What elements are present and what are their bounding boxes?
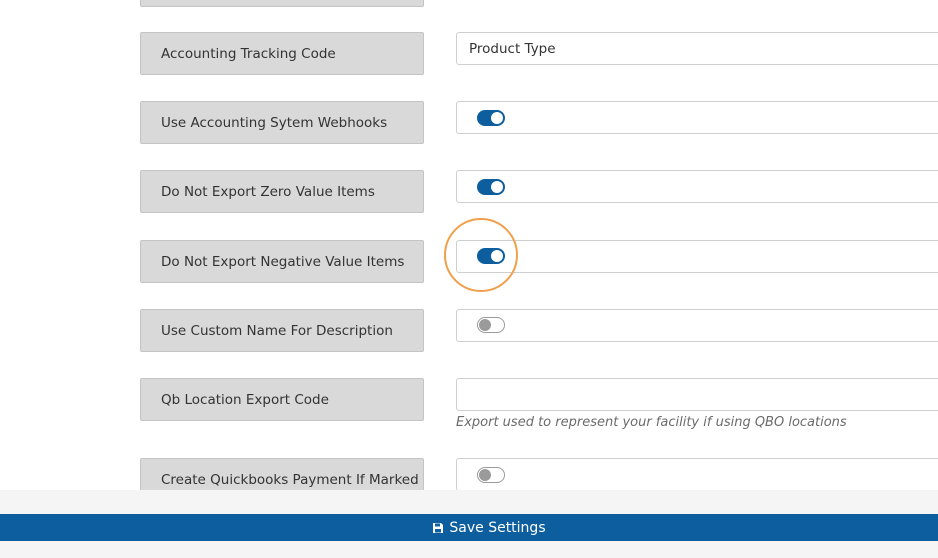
- setting-label-text: Create Quickbooks Payment If Marked: [161, 471, 419, 488]
- toggle-knob: [491, 112, 503, 124]
- webhooks-toggle[interactable]: [477, 110, 505, 126]
- setting-label-text: Do Not Export Zero Value Items: [161, 183, 375, 200]
- custom-name-field: [456, 309, 938, 342]
- accounting-tracking-code-value: Product Type: [469, 40, 556, 57]
- setting-label-accounting-tracking-code: Accounting Tracking Code: [140, 32, 424, 75]
- click-highlight-circle: [444, 218, 518, 292]
- setting-label-previous: [140, 0, 424, 7]
- setting-label-webhooks: Use Accounting Sytem Webhooks: [140, 101, 424, 144]
- create-payment-toggle[interactable]: [477, 467, 505, 483]
- setting-label-text: Accounting Tracking Code: [161, 45, 336, 62]
- setting-label-text: Use Custom Name For Description: [161, 322, 393, 339]
- zero-value-field: [456, 170, 938, 203]
- negative-value-field: [456, 240, 938, 273]
- toggle-knob: [479, 319, 491, 331]
- setting-label-text: Qb Location Export Code: [161, 391, 329, 408]
- setting-label-qb-location: Qb Location Export Code: [140, 378, 424, 421]
- webhooks-field: [456, 101, 938, 134]
- toggle-knob: [479, 469, 491, 481]
- setting-label-negative-value: Do Not Export Negative Value Items: [140, 240, 424, 283]
- save-button-label: Save Settings: [449, 519, 546, 536]
- setting-label-text: Do Not Export Negative Value Items: [161, 253, 405, 270]
- setting-label-text: Use Accounting Sytem Webhooks: [161, 114, 388, 131]
- custom-name-toggle[interactable]: [477, 317, 505, 333]
- create-payment-field: [456, 458, 938, 491]
- save-settings-button[interactable]: Save Settings: [0, 514, 938, 541]
- qb-location-help-text: Export used to represent your facility i…: [456, 415, 847, 430]
- zero-value-toggle[interactable]: [477, 179, 505, 195]
- setting-label-zero-value: Do Not Export Zero Value Items: [140, 170, 424, 213]
- qb-location-export-code-input[interactable]: [456, 378, 938, 411]
- accounting-tracking-code-select[interactable]: Product Type: [456, 32, 938, 65]
- toggle-knob: [491, 181, 503, 193]
- floppy-disk-icon: [433, 522, 444, 533]
- save-button-content: Save Settings: [432, 519, 546, 536]
- setting-label-custom-name: Use Custom Name For Description: [140, 309, 424, 352]
